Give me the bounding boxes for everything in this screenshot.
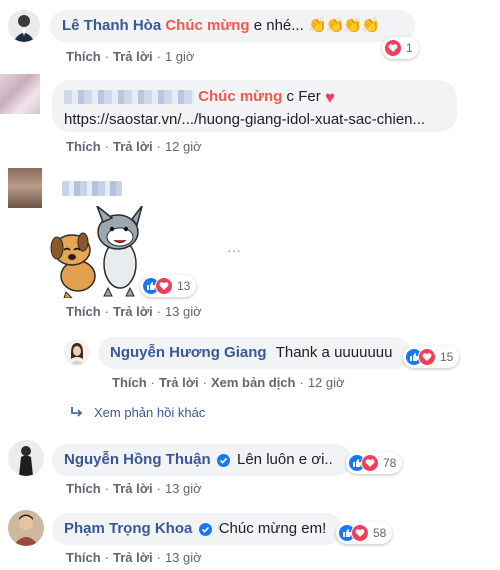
avatar-blurred[interactable]: [8, 168, 42, 208]
avatar[interactable]: [8, 440, 44, 476]
like-link[interactable]: Thích: [112, 375, 147, 390]
comment-text: Chúc mừng em!: [218, 520, 327, 537]
reaction-summary[interactable]: 15: [403, 346, 460, 368]
reaction-count: 13: [177, 279, 191, 293]
comment-text: e nhé...: [253, 17, 304, 34]
timestamp[interactable]: 12 giờ: [308, 375, 345, 390]
comment-bubble: Nguyễn Hương Giang Thank a uuuuuuu: [98, 337, 411, 369]
comment-bubble: Lê Thanh Hòa Chúc mừng e nhé... 👏👏👏👏: [50, 10, 415, 42]
comment-actions: Thích · Trả lời · Xem bản dịch · 12 giờ: [112, 375, 345, 390]
blurred-author-name[interactable]: [64, 90, 194, 105]
like-link[interactable]: Thích: [66, 49, 101, 64]
comment-bubble: Nguyễn Hồng Thuận Lên luôn e ơi..: [52, 444, 352, 476]
comment-bubble: Phạm Trọng Khoa Chúc mừng em!: [52, 513, 342, 545]
reply-link[interactable]: Trả lời: [113, 304, 153, 319]
blurred-author-name[interactable]: [62, 181, 122, 196]
highlighted-text: Chúc mừng: [165, 17, 250, 34]
clapping-hands-emoji: 👏👏👏👏: [307, 17, 380, 34]
more-replies-link[interactable]: Xem phản hồi khác: [70, 405, 205, 420]
avatar[interactable]: [8, 510, 44, 546]
like-link[interactable]: Thích: [66, 550, 101, 565]
timestamp[interactable]: 13 giờ: [165, 304, 202, 319]
avatar[interactable]: [64, 339, 90, 365]
reply-arrow-icon: [71, 407, 83, 417]
reply-link[interactable]: Trả lời: [113, 481, 153, 496]
reaction-summary[interactable]: 78: [346, 452, 403, 474]
like-link[interactable]: Thích: [66, 139, 101, 154]
heart-reaction-icon: [351, 524, 369, 542]
verified-badge-icon: [198, 523, 212, 536]
timestamp[interactable]: 1 giờ: [165, 49, 195, 64]
comment-link[interactable]: https://saostar.vn/.../huong-giang-idol-…: [64, 110, 445, 130]
person-icon: [8, 10, 40, 42]
reaction-summary[interactable]: 1: [382, 37, 419, 59]
person-icon: [8, 440, 44, 476]
comment-actions: Thích · Trả lời · 12 giờ: [66, 139, 202, 154]
comment-bubble: Chúc mừng c Fer ♥ https://saostar.vn/...…: [52, 80, 457, 132]
translate-link[interactable]: Xem bản dịch: [211, 375, 296, 390]
heart-reaction-icon: [418, 348, 436, 366]
comment-text: c Fer: [286, 88, 321, 105]
comment-actions: Thích · Trả lời · 13 giờ: [66, 481, 202, 496]
reply-link[interactable]: Trả lời: [113, 49, 153, 64]
timestamp[interactable]: 12 giờ: [165, 139, 202, 154]
timestamp[interactable]: 13 giờ: [165, 550, 202, 565]
timestamp[interactable]: 13 giờ: [165, 481, 202, 496]
comment-author[interactable]: Phạm Trọng Khoa: [64, 520, 192, 537]
more-options-icon[interactable]: ···: [227, 242, 241, 258]
person-icon: [64, 339, 90, 365]
reply-link[interactable]: Trả lời: [113, 550, 153, 565]
reaction-summary[interactable]: 13: [140, 275, 197, 297]
comment-text: Lên luôn e ơi..: [237, 451, 333, 468]
like-link[interactable]: Thích: [66, 304, 101, 319]
reaction-count: 58: [373, 526, 387, 540]
like-link[interactable]: Thích: [66, 481, 101, 496]
heart-reaction-icon: [361, 454, 379, 472]
comment-actions: Thích · Trả lời · 13 giờ: [66, 550, 202, 565]
avatar[interactable]: [8, 10, 40, 42]
red-heart-emoji: ♥: [324, 88, 335, 107]
heart-reaction-icon: [384, 39, 402, 57]
comment-author[interactable]: Nguyễn Hương Giang: [110, 344, 267, 361]
dog-and-cat-sticker-icon: [50, 203, 143, 299]
comment-actions: Thích · Trả lời · 13 giờ: [66, 304, 202, 319]
heart-reaction-icon: [155, 277, 173, 295]
reply-link[interactable]: Trả lời: [113, 139, 153, 154]
highlighted-text: Chúc mừng: [198, 88, 283, 105]
reaction-count: 78: [383, 456, 397, 470]
avatar-blurred[interactable]: [0, 74, 40, 114]
comment-actions: Thích · Trả lời · 1 giờ: [66, 49, 195, 64]
comment-author[interactable]: Lê Thanh Hòa: [62, 17, 161, 34]
comment-author[interactable]: Nguyễn Hồng Thuận: [64, 451, 211, 468]
reaction-count: 1: [406, 41, 413, 55]
more-replies-label: Xem phản hồi khác: [94, 405, 206, 420]
person-icon: [8, 510, 44, 546]
comment-text: Thank a uuuuuuu: [275, 344, 393, 361]
reply-link[interactable]: Trả lời: [159, 375, 199, 390]
reaction-count: 15: [440, 350, 454, 364]
sticker-image[interactable]: [50, 203, 150, 299]
verified-badge-icon: [216, 454, 230, 467]
reaction-summary[interactable]: 58: [336, 522, 393, 544]
